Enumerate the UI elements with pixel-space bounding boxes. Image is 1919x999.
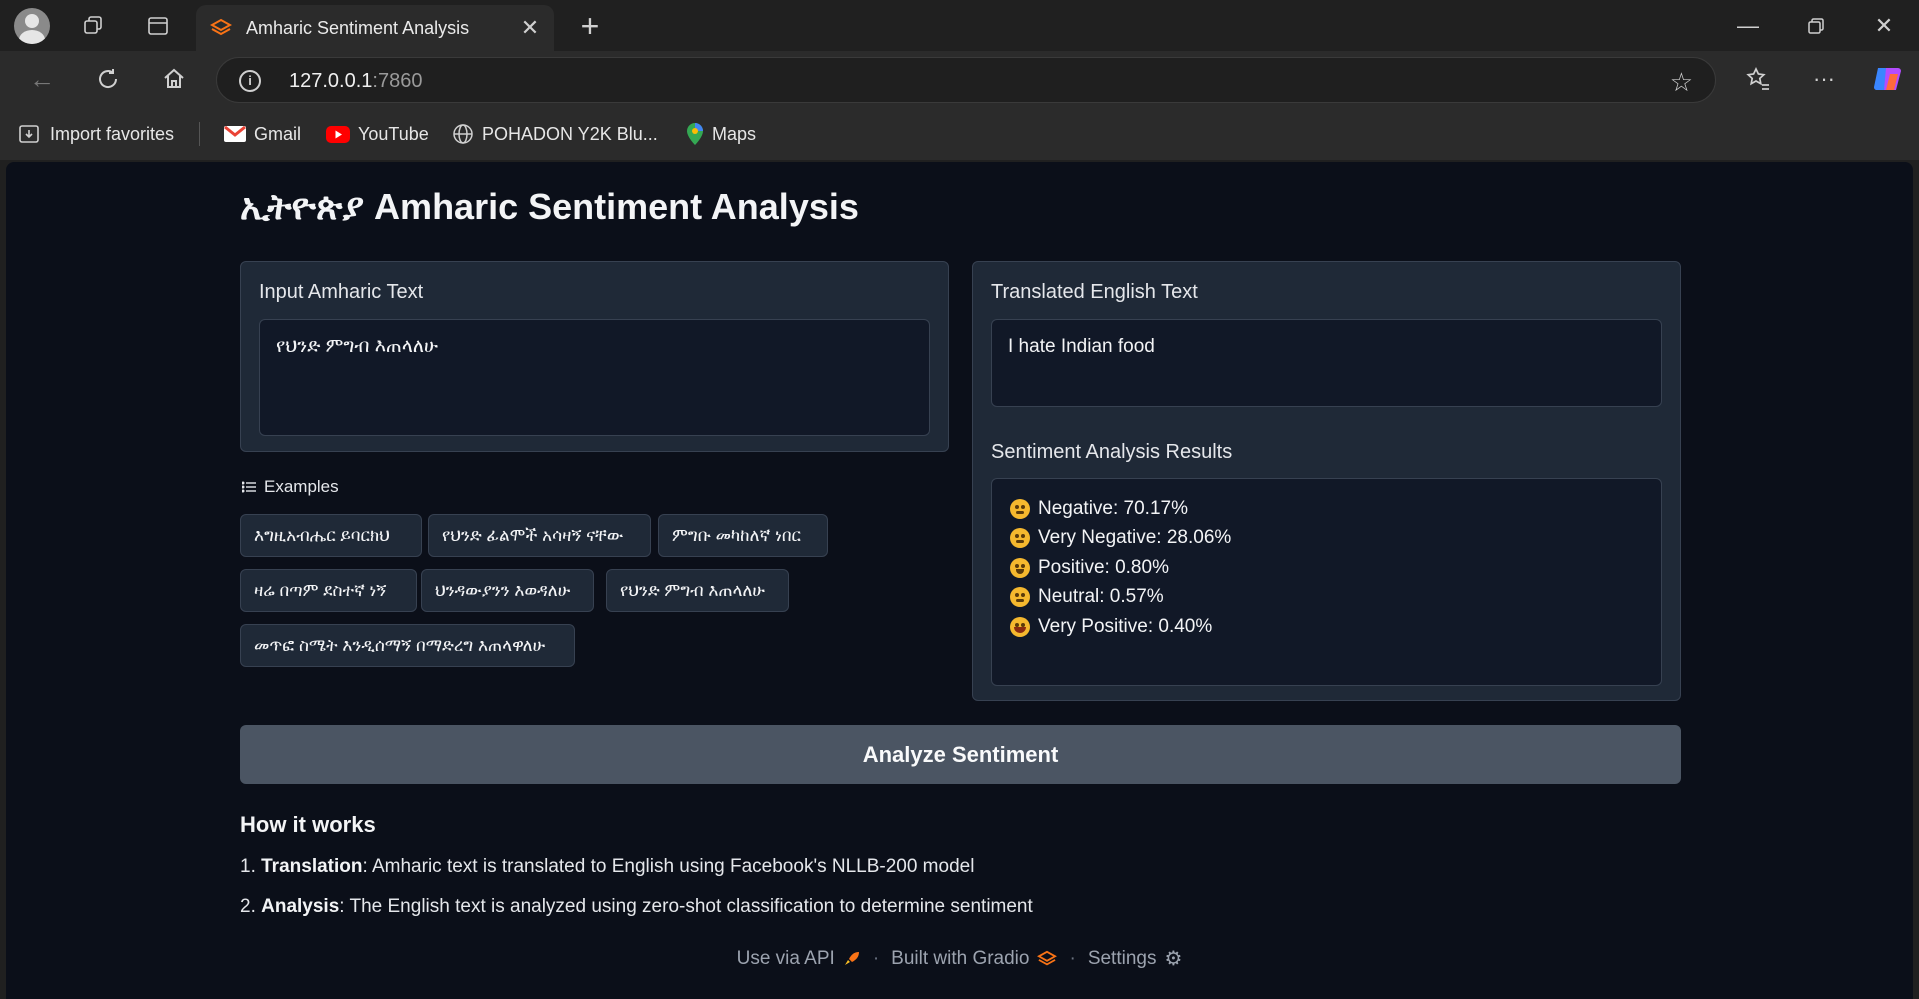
input-label: Input Amharic Text [259,281,424,303]
amharic-input[interactable]: የህንድ ምግብ እጠላለሁ [259,319,930,436]
settings-link[interactable]: Settings ⚙ [1088,946,1183,971]
example-button[interactable]: መጥፎ ስሜት እንዲሰማኝ በማድረግ እጠላዋለሁ [240,624,575,667]
bookmarks-bar: Import favorites Gmail YouTube POHADON Y… [0,108,1919,160]
frowning-face-icon [1010,498,1030,519]
home-icon[interactable] [154,59,194,99]
example-button[interactable]: የህንድ ፊልሞች አሳዛኝ ናቸው [428,514,651,557]
reload-icon[interactable] [88,59,128,99]
how-step-1: 1. Translation: Amharic text is translat… [240,856,975,877]
list-icon [242,481,256,493]
copilot-icon[interactable] [1868,59,1908,99]
input-panel: Input Amharic Text የህንድ ምግብ እጠላለሁ [240,261,949,452]
tab-close-icon[interactable]: ✕ [518,16,542,40]
favorites-icon[interactable] [1738,59,1778,99]
example-button[interactable]: የህንድ ምግብ እጠላለሁ [606,569,789,612]
gradio-logo-icon [1037,950,1058,965]
back-icon[interactable]: ← [22,59,62,99]
use-via-api-link[interactable]: Use via API [737,948,861,970]
more-menu-icon[interactable]: ··· [1804,59,1844,99]
results-label: Sentiment Analysis Results [991,441,1233,463]
youtube-icon [326,125,350,143]
tab-title: Amharic Sentiment Analysis [246,18,470,38]
page-title: ኢትዮጵያ Amharic Sentiment Analysis [240,186,859,227]
analyze-sentiment-button[interactable]: Analyze Sentiment [240,725,1681,784]
footer-separator: · [872,947,880,969]
footer-separator: · [1069,947,1076,969]
neutral-face-icon [1010,587,1030,608]
address-bar[interactable]: i 127.0.0.1:7860 ☆ [216,57,1716,103]
results-output[interactable]: Negative: 70.17% Very Negative: 28.06% P… [991,478,1662,686]
bookmark-youtube[interactable]: YouTube [326,108,429,160]
example-button[interactable]: እግዚአብሔር ይባርክህ [240,514,422,557]
result-row: Negative: 70.17% [1010,494,1643,524]
rocket-icon [844,951,859,965]
built-with-gradio-link[interactable]: Built with Gradio [891,948,1058,970]
gradio-logo-icon [210,18,232,36]
how-it-works-heading: How it works [240,812,376,837]
smiling-face-icon [1010,557,1030,578]
close-window-icon[interactable]: ✕ [1850,0,1918,51]
browser-toolbar: ← i 127.0.0.1:7860 ☆ ··· [0,51,1919,108]
bookmark-separator [199,122,200,146]
browser-tab-bar: Amharic Sentiment Analysis ✕ + — ✕ [0,0,1919,51]
result-row: Positive: 0.80% [1010,553,1643,583]
restore-icon[interactable] [1782,0,1850,51]
gear-icon: ⚙ [1164,948,1183,970]
translated-label: Translated English Text [991,281,1198,303]
bookmark-import-favorites[interactable]: Import favorites [18,108,174,160]
maps-pin-icon [687,123,703,145]
site-info-icon[interactable]: i [239,70,261,92]
result-row: Very Positive: 0.40% [1010,612,1643,642]
example-button[interactable]: ህንዳውያንን እወዳለሁ [421,569,594,612]
grinning-face-icon [1010,616,1030,637]
new-tab-icon[interactable]: + [572,8,608,44]
translated-output[interactable]: I hate Indian food [991,319,1662,407]
footer: Use via API · Built with Gradio · Settin… [6,946,1913,971]
active-tab[interactable]: Amharic Sentiment Analysis ✕ [196,5,554,51]
gmail-icon [224,126,246,142]
examples-header: Examples [242,477,339,497]
sad-face-icon [1010,528,1030,549]
gradio-page: ኢትዮጵያ Amharic Sentiment Analysis Input A… [6,162,1913,999]
example-button[interactable]: ምግቡ መካከለኛ ነበር [658,514,828,557]
minimize-icon[interactable]: — [1714,0,1782,51]
tab-actions-icon[interactable] [140,8,176,44]
globe-icon [453,124,473,144]
bookmark-pohadon[interactable]: POHADON Y2K Blu... [452,108,658,160]
example-button[interactable]: ዛሬ በጣም ደስተኛ ነኝ [240,569,417,612]
profile-avatar-icon[interactable] [14,8,50,44]
favorite-star-icon[interactable]: ☆ [1670,67,1693,98]
output-panel: Translated English Text I hate Indian fo… [972,261,1681,701]
result-row: Very Negative: 28.06% [1010,524,1643,554]
how-step-2: 2. Analysis: The English text is analyze… [240,896,1033,917]
workspaces-icon[interactable] [76,8,112,44]
bookmark-gmail[interactable]: Gmail [224,108,301,160]
result-row: Neutral: 0.57% [1010,583,1643,613]
import-icon [19,125,39,143]
bookmark-maps[interactable]: Maps [686,108,756,160]
url-text[interactable]: 127.0.0.1:7860 [289,58,422,104]
